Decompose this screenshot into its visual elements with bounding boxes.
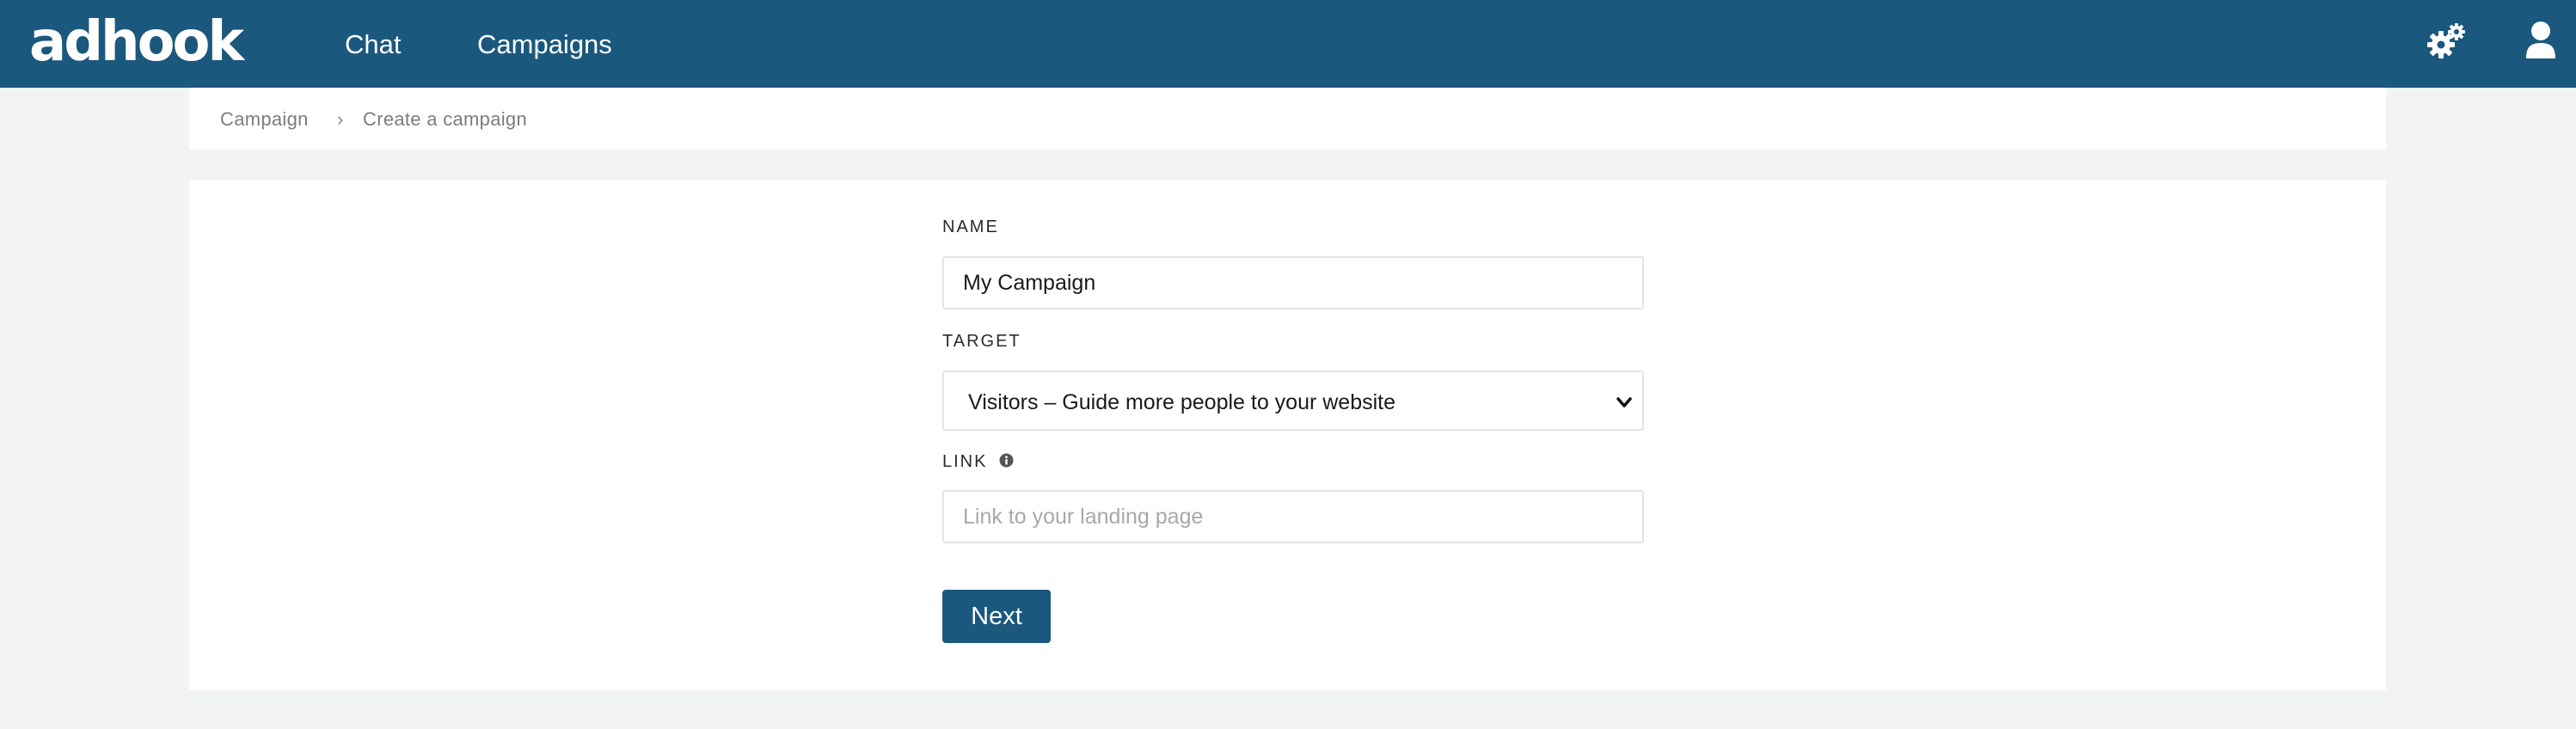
user-icon[interactable] xyxy=(2524,21,2557,62)
gears-icon[interactable] xyxy=(2425,21,2468,64)
breadcrumb-create-campaign: Create a campaign xyxy=(363,108,527,130)
info-icon[interactable] xyxy=(999,453,1014,468)
target-select[interactable]: Visitors – Guide more people to your web… xyxy=(942,371,1644,431)
top-navbar: adhook Chat Campaigns xyxy=(0,0,2576,88)
campaign-form-card: NAME TARGET Visitors – Guide more people… xyxy=(189,181,2386,690)
link-label: LINK xyxy=(942,452,988,471)
name-label: NAME xyxy=(942,217,999,236)
breadcrumb-campaign[interactable]: Campaign xyxy=(220,108,309,131)
name-input[interactable] xyxy=(942,256,1644,309)
target-label: TARGET xyxy=(942,332,1021,351)
breadcrumb-separator: › xyxy=(337,108,344,130)
next-button[interactable]: Next xyxy=(942,590,1051,643)
adhook-logo[interactable]: adhook xyxy=(29,12,244,72)
target-selected-value: Visitors – Guide more people to your web… xyxy=(968,390,1396,414)
link-input[interactable] xyxy=(942,490,1644,543)
chevron-down-icon xyxy=(1616,397,1632,407)
nav-link-campaigns[interactable]: Campaigns xyxy=(477,29,612,60)
breadcrumb: Campaign › Create a campaign xyxy=(189,88,2386,150)
nav-link-chat[interactable]: Chat xyxy=(345,29,401,60)
